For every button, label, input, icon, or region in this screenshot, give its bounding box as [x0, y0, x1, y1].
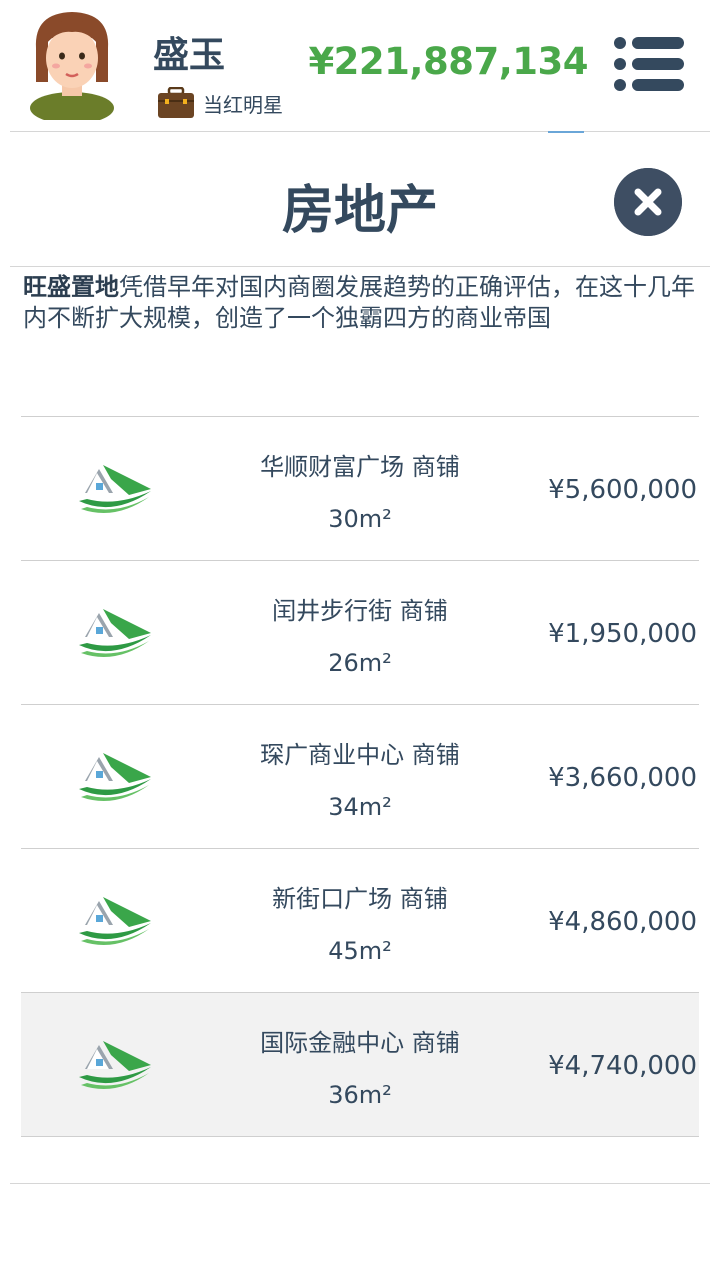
property-name: 华顺财富广场 商铺: [260, 453, 460, 481]
title-divider: [10, 266, 710, 267]
property-price: ¥3,660,000: [548, 763, 697, 793]
property-list: 华顺财富广场 商铺 30m² ¥5,600,000 闰井步行街 商铺 26m² …: [21, 416, 699, 1137]
property-area: 34m²: [328, 793, 392, 821]
menu-icon[interactable]: [612, 36, 684, 92]
property-price: ¥4,740,000: [548, 1051, 697, 1081]
property-row[interactable]: 琛广商业中心 商铺 34m² ¥3,660,000: [21, 705, 699, 849]
footer-divider: [10, 1183, 710, 1184]
money-balance: ¥221,887,134: [308, 40, 588, 83]
house-icon: [79, 609, 151, 657]
property-area: 45m²: [328, 937, 392, 965]
avatar[interactable]: [26, 8, 118, 120]
username: 盛玉: [153, 35, 226, 76]
company-name: 旺盛置地: [23, 273, 119, 301]
header-divider: [10, 131, 710, 132]
property-price: ¥1,950,000: [548, 619, 697, 649]
page-description: 旺盛置地凭借早年对国内商圈发展趋势的正确评估，在这十几年内不断扩大规模，创造了一…: [23, 272, 703, 334]
user-title: 当红明星: [157, 86, 283, 120]
property-name: 闰井步行街 商铺: [272, 597, 448, 625]
house-icon: [79, 753, 151, 801]
property-row[interactable]: 闰井步行街 商铺 26m² ¥1,950,000: [21, 561, 699, 705]
header: 盛玉 当红明星 ¥221,887,134: [0, 0, 720, 132]
property-name: 琛广商业中心 商铺: [260, 741, 460, 769]
property-name: 国际金融中心 商铺: [260, 1029, 460, 1057]
scroll-indicator: [548, 131, 584, 133]
property-price: ¥4,860,000: [548, 907, 697, 937]
house-icon: [79, 1041, 151, 1089]
property-name: 新街口广场 商铺: [272, 885, 448, 913]
briefcase-icon: [158, 87, 194, 118]
property-row[interactable]: 国际金融中心 商铺 36m² ¥4,740,000: [21, 993, 699, 1137]
property-price: ¥5,600,000: [548, 475, 697, 505]
user-title-label: 当红明星: [203, 92, 283, 117]
page-title: 房地产: [281, 181, 438, 241]
property-row[interactable]: 华顺财富广场 商铺 30m² ¥5,600,000: [21, 417, 699, 561]
description-text: 凭借早年对国内商圈发展趋势的正确评估，在这十几年内不断扩大规模，创造了一个独霸四…: [23, 273, 695, 332]
house-icon: [79, 897, 151, 945]
property-area: 36m²: [328, 1081, 392, 1109]
property-area: 26m²: [328, 649, 392, 677]
property-row[interactable]: 新街口广场 商铺 45m² ¥4,860,000: [21, 849, 699, 993]
property-area: 30m²: [328, 505, 392, 533]
house-icon: [79, 465, 151, 513]
close-icon[interactable]: [614, 168, 682, 236]
